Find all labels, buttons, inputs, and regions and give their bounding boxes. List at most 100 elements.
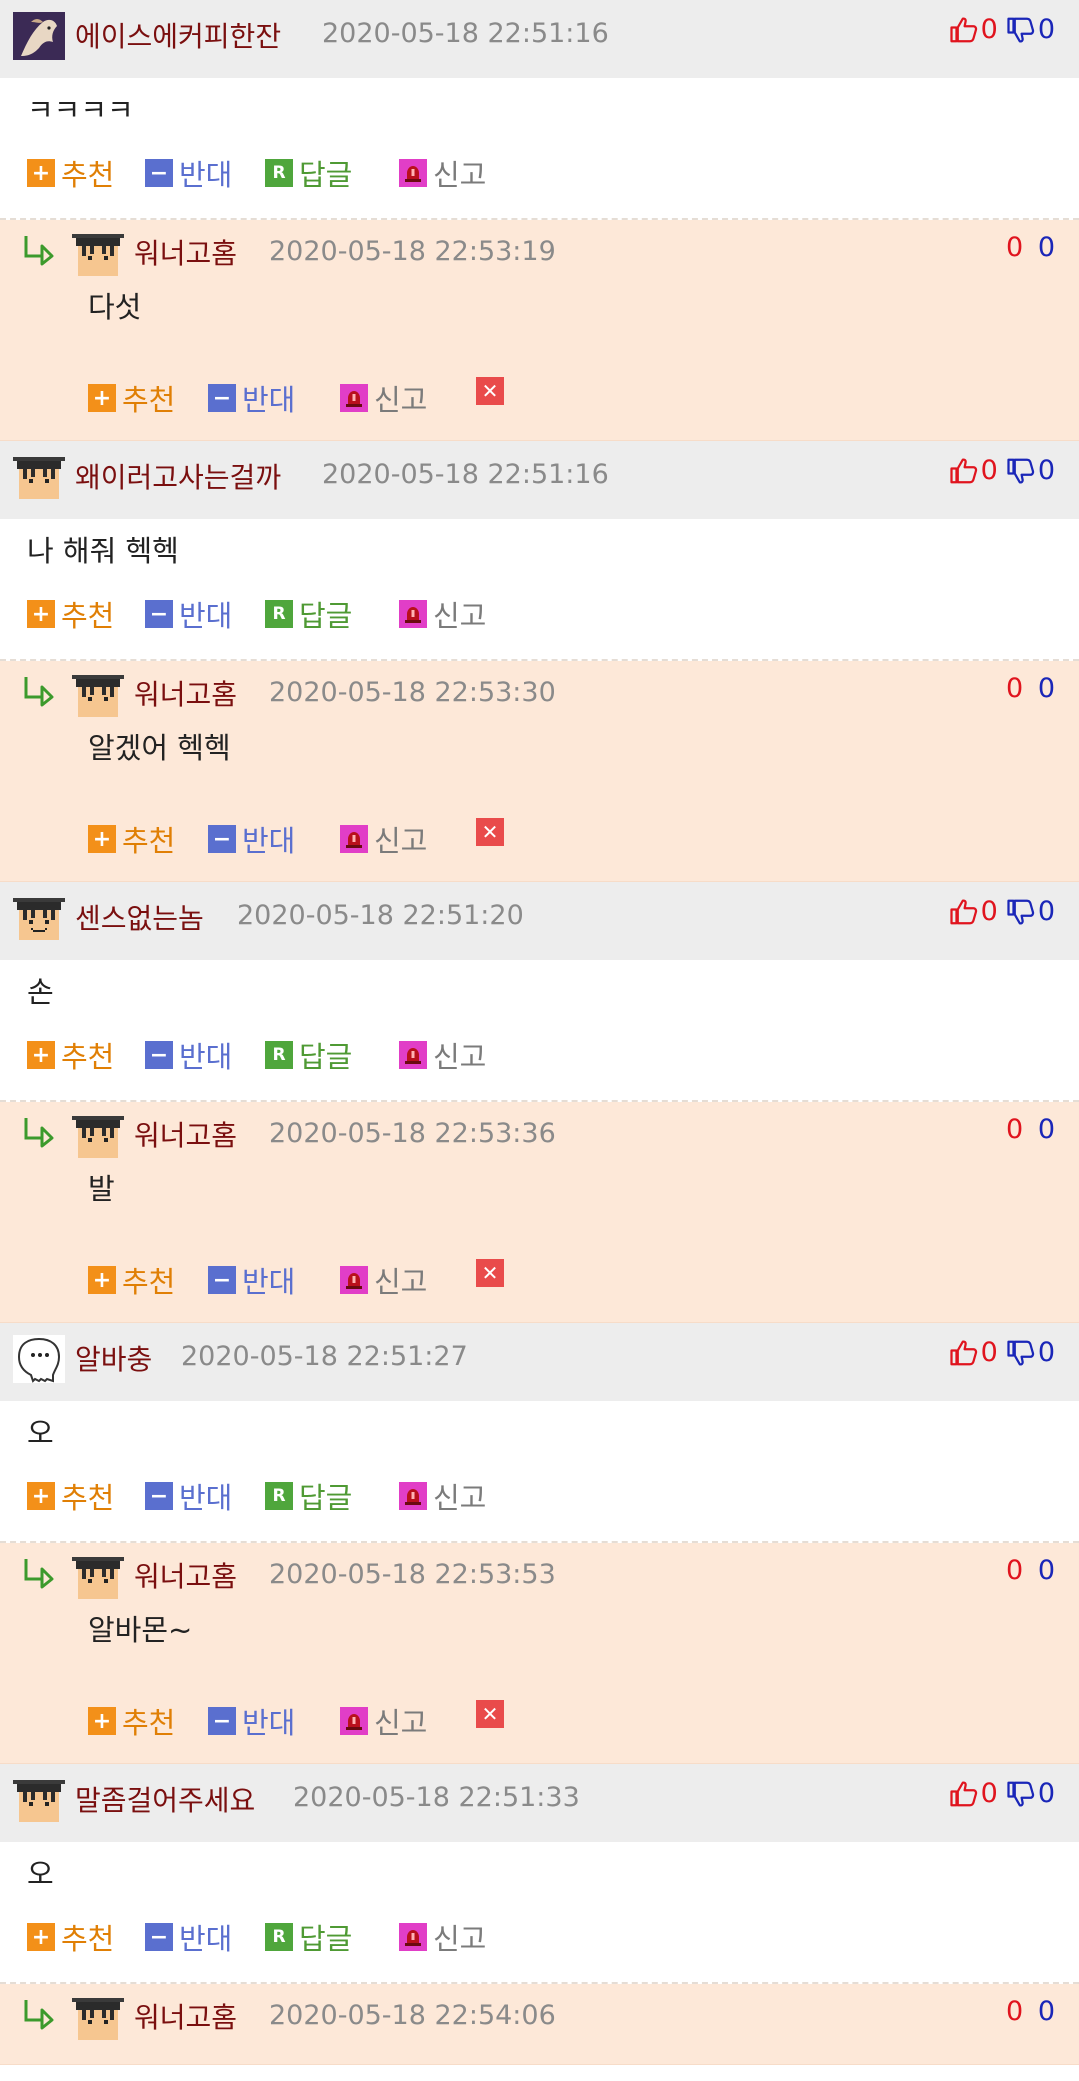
user-avatar[interactable] [72, 1112, 124, 1160]
oppose-label: 반대 [179, 1040, 233, 1074]
reply-label: 답글 [299, 1481, 353, 1515]
thumbs-down-icon[interactable] [1006, 1779, 1036, 1809]
close-icon: ✕ [476, 818, 504, 846]
thumbs-up-icon[interactable] [949, 1338, 979, 1368]
comment-actions: + 추천 − 반대 R 답글 신고 [0, 1906, 1079, 1984]
upvote-count: 0 [1006, 673, 1024, 704]
report-button[interactable]: 신고 [340, 1700, 427, 1742]
r-icon: R [265, 1923, 293, 1951]
oppose-button[interactable]: − 반대 [208, 1700, 295, 1742]
reply-button[interactable]: R 답글 [265, 1916, 352, 1958]
user-avatar[interactable] [13, 894, 65, 942]
thumbs-up-icon[interactable] [949, 456, 979, 486]
user-avatar[interactable] [72, 1994, 124, 2042]
reply-nickname[interactable]: 워너고홈 [134, 232, 237, 272]
minus-icon: − [145, 1923, 173, 1951]
thumbs-up-icon[interactable] [949, 1779, 979, 1809]
plus-icon: + [88, 825, 116, 853]
report-label: 신고 [374, 824, 428, 858]
oppose-button[interactable]: − 반대 [145, 152, 232, 194]
recommend-button[interactable]: + 추천 [88, 1700, 175, 1742]
oppose-button[interactable]: − 반대 [208, 1259, 295, 1301]
reply-timestamp: 2020-05-18 22:54:06 [269, 2000, 556, 2031]
recommend-button[interactable]: + 추천 [88, 377, 175, 419]
reply-text: 알바몬~ [88, 1613, 193, 1647]
oppose-label: 반대 [179, 599, 233, 633]
report-label: 신고 [374, 1265, 428, 1299]
reply-button[interactable]: R 답글 [265, 152, 352, 194]
oppose-button[interactable]: − 반대 [208, 818, 295, 860]
r-icon: R [265, 600, 293, 628]
recommend-button[interactable]: + 추천 [27, 1916, 114, 1958]
user-avatar[interactable] [13, 12, 65, 60]
downvote-count: 0 [1037, 14, 1055, 45]
reply-vote-counts: 0 0 [1006, 1555, 1055, 1586]
minus-icon: − [208, 1266, 236, 1294]
report-button[interactable]: 신고 [399, 1034, 486, 1076]
delete-button[interactable]: ✕ [476, 1259, 510, 1287]
recommend-button[interactable]: + 추천 [88, 818, 175, 860]
report-button[interactable]: 신고 [399, 593, 486, 635]
siren-icon [399, 1041, 427, 1069]
reply-text: 다섯 [88, 290, 142, 324]
oppose-button[interactable]: − 반대 [145, 1916, 232, 1958]
thumbs-down-icon[interactable] [1006, 1338, 1036, 1368]
user-avatar[interactable] [13, 1776, 65, 1824]
minus-icon: − [208, 825, 236, 853]
reply-nickname[interactable]: 워너고홈 [134, 1114, 237, 1154]
comment-actions: + 추천 − 반대 R 답글 신고 [0, 142, 1079, 220]
reply-button[interactable]: R 답글 [265, 1475, 352, 1517]
recommend-button[interactable]: + 추천 [88, 1259, 175, 1301]
oppose-button[interactable]: − 반대 [145, 593, 232, 635]
thumbs-down-icon[interactable] [1006, 456, 1036, 486]
reply-comment: 워너고홈 2020-05-18 22:54:06 0 0 [0, 1984, 1079, 2065]
siren-icon [399, 1482, 427, 1510]
oppose-button[interactable]: − 반대 [145, 1475, 232, 1517]
reply-comment: 워너고홈 2020-05-18 22:53:53 0 0 알바몬~ + 추천 − 반대 신… [0, 1543, 1079, 1764]
thumbs-up-icon[interactable] [949, 15, 979, 45]
comment-nickname[interactable]: 알바충 [75, 1338, 152, 1378]
user-avatar[interactable] [13, 1335, 65, 1383]
oppose-label: 반대 [179, 1922, 233, 1956]
report-button[interactable]: 신고 [399, 1475, 486, 1517]
report-button[interactable]: 신고 [340, 377, 427, 419]
oppose-label: 반대 [242, 824, 296, 858]
comment-nickname[interactable]: 말좀걸어주세요 [75, 1779, 255, 1819]
thumbs-down-icon[interactable] [1006, 15, 1036, 45]
oppose-button[interactable]: − 반대 [208, 377, 295, 419]
user-avatar[interactable] [72, 230, 124, 278]
thumbs-down-icon[interactable] [1006, 897, 1036, 927]
delete-button[interactable]: ✕ [476, 818, 510, 846]
comment-timestamp: 2020-05-18 22:51:16 [322, 459, 609, 490]
comment-timestamp: 2020-05-18 22:51:27 [181, 1341, 468, 1372]
reply-timestamp: 2020-05-18 22:53:53 [269, 1559, 556, 1590]
report-button[interactable]: 신고 [340, 818, 427, 860]
user-avatar[interactable] [72, 1553, 124, 1601]
recommend-button[interactable]: + 추천 [27, 593, 114, 635]
user-avatar[interactable] [72, 671, 124, 719]
report-button[interactable]: 신고 [340, 1259, 427, 1301]
delete-button[interactable]: ✕ [476, 1700, 510, 1728]
user-avatar[interactable] [13, 453, 65, 501]
reply-label: 답글 [299, 158, 353, 192]
comment-nickname[interactable]: 에이스에커피한잔 [75, 15, 281, 55]
reply-button[interactable]: R 답글 [265, 593, 352, 635]
comment-nickname[interactable]: 센스없는놈 [75, 897, 204, 937]
plus-icon: + [27, 600, 55, 628]
recommend-button[interactable]: + 추천 [27, 1475, 114, 1517]
reply-button[interactable]: R 답글 [265, 1034, 352, 1076]
recommend-button[interactable]: + 추천 [27, 1034, 114, 1076]
oppose-button[interactable]: − 반대 [145, 1034, 232, 1076]
recommend-button[interactable]: + 추천 [27, 152, 114, 194]
reply-vote-counts: 0 0 [1006, 232, 1055, 263]
reply-nickname[interactable]: 워너고홈 [134, 1555, 237, 1595]
reply-nickname[interactable]: 워너고홈 [134, 1996, 237, 2036]
downvote-count: 0 [1037, 1996, 1055, 2027]
comment-nickname[interactable]: 왜이러고사는걸까 [75, 456, 281, 496]
downvote-count: 0 [1037, 1114, 1055, 1145]
report-button[interactable]: 신고 [399, 152, 486, 194]
delete-button[interactable]: ✕ [476, 377, 510, 405]
report-button[interactable]: 신고 [399, 1916, 486, 1958]
thumbs-up-icon[interactable] [949, 897, 979, 927]
reply-nickname[interactable]: 워너고홈 [134, 673, 237, 713]
